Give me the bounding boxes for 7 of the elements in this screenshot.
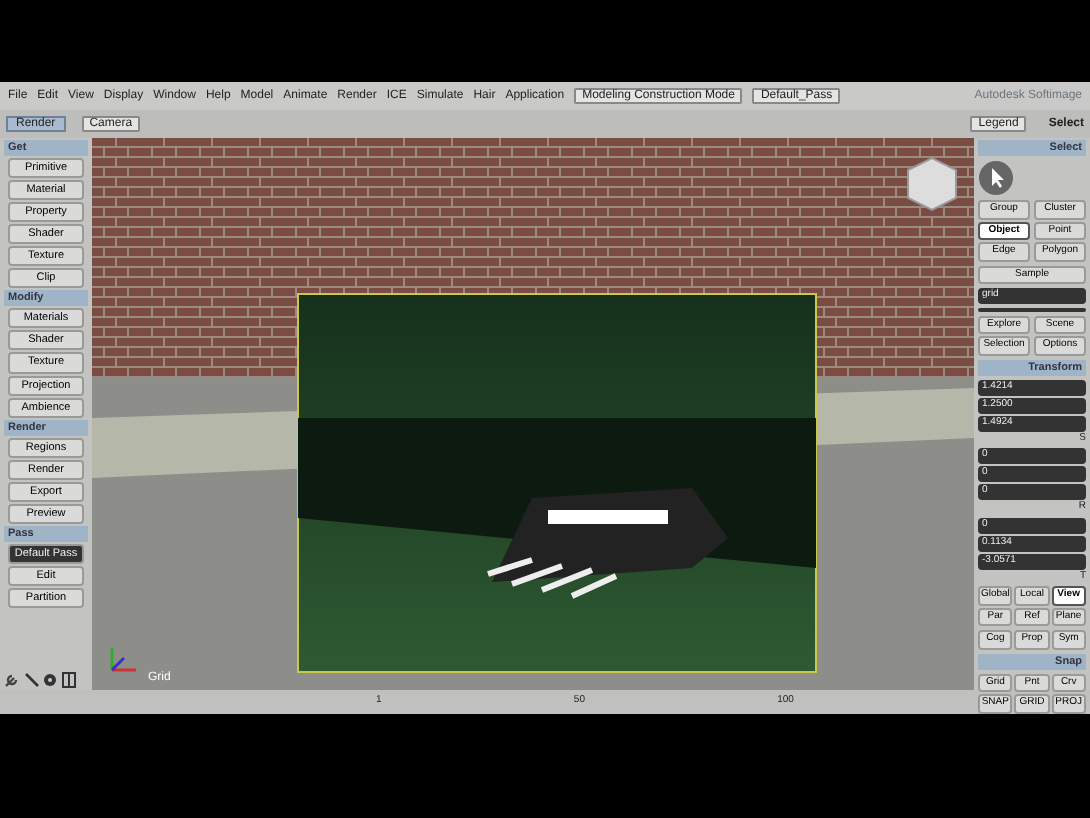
arrow-cursor-icon[interactable] — [978, 160, 1014, 197]
gear-icon[interactable] — [42, 672, 58, 688]
filter-field[interactable] — [978, 307, 1086, 312]
panel-icon[interactable] — [61, 672, 75, 688]
axis-icon — [110, 648, 136, 672]
wrench-icon[interactable] — [4, 672, 20, 688]
view-cube-icon[interactable] — [907, 156, 957, 212]
